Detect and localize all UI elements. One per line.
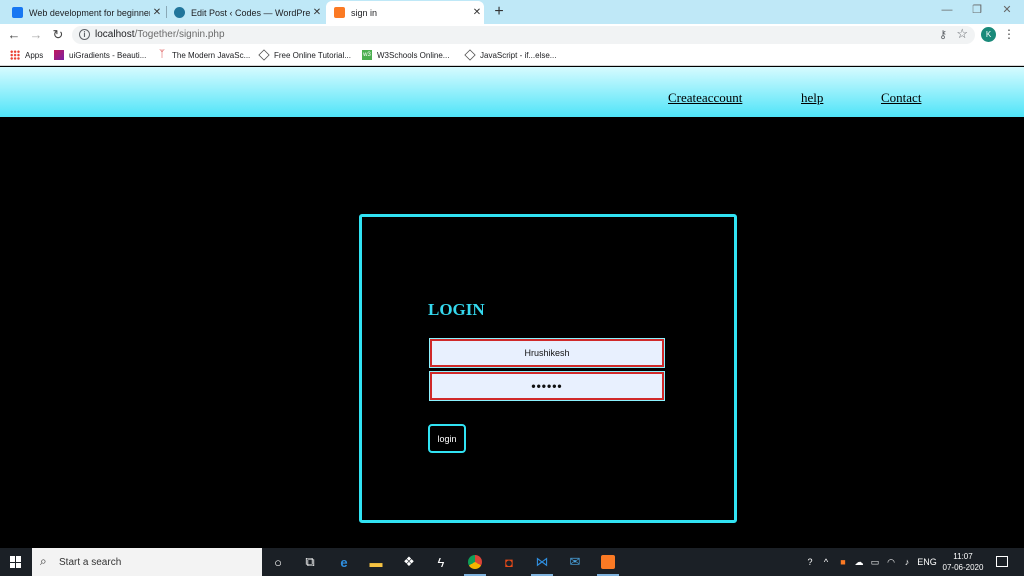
bookmark-label: W3Schools Online...: [377, 50, 450, 60]
menu-kebab-icon[interactable]: ⋮: [1003, 26, 1015, 42]
clock-date: 07-06-2020: [942, 563, 984, 572]
chrome-logo: [468, 555, 482, 569]
bookmark-star-icon[interactable]: ☆: [956, 27, 968, 41]
key-icon[interactable]: ⚷: [939, 28, 947, 41]
bookmark-free-tutorials[interactable]: Free Online Tutorial...: [258, 49, 351, 61]
battery-icon[interactable]: ▭: [868, 548, 882, 576]
onedrive-icon[interactable]: ☁: [852, 548, 866, 576]
lightning-app-icon[interactable]: ϟ: [427, 551, 455, 573]
login-title: LOGIN: [428, 300, 485, 319]
minimize-icon[interactable]: —: [932, 0, 962, 22]
vscode-icon[interactable]: ⋈: [528, 551, 556, 576]
language-indicator[interactable]: ENG: [916, 548, 938, 576]
forward-arrow-icon[interactable]: →: [27, 26, 45, 44]
address-bar[interactable]: i localhost/Together/signin.php ⚷ ☆: [72, 26, 975, 44]
bookmark-apps[interactable]: Apps: [10, 50, 43, 60]
help-icon[interactable]: ?: [802, 548, 818, 576]
bookmark-label: Apps: [25, 50, 44, 60]
nav-contact-link[interactable]: Contact: [881, 90, 921, 106]
bookmark-modern-javascript[interactable]: ᛉ The Modern JavaSc...: [157, 50, 250, 60]
tab-sign-in[interactable]: sign in ✕: [326, 1, 484, 24]
wordpress-icon: [174, 7, 185, 18]
xampp-icon: [334, 7, 345, 18]
address-url[interactable]: localhost/Together/signin.php: [95, 29, 225, 41]
w3schools-icon: w3: [362, 50, 372, 60]
window-close-icon[interactable]: ✕: [992, 0, 1022, 22]
wifi-icon[interactable]: ◠: [884, 548, 898, 576]
tab-web-development[interactable]: Web development for beginners ✕: [6, 1, 164, 24]
cortana-icon[interactable]: ○: [264, 551, 292, 573]
back-arrow-icon[interactable]: ←: [5, 26, 23, 44]
taskbar-search[interactable]: ⌕ Start a search: [32, 548, 262, 576]
new-tab-button[interactable]: +: [490, 2, 508, 22]
action-center-icon[interactable]: [996, 556, 1008, 567]
xampp-taskbar-icon[interactable]: [594, 551, 622, 576]
url-host: localhost: [95, 29, 135, 40]
password-input[interactable]: [429, 371, 665, 401]
username-input[interactable]: [429, 338, 665, 368]
tab-title: Web development for beginners: [29, 7, 150, 18]
facebook-icon: [12, 7, 23, 18]
close-tab-icon[interactable]: ✕: [470, 7, 484, 18]
tab-title: sign in: [351, 7, 378, 18]
site-info-icon[interactable]: i: [79, 29, 90, 40]
bookmark-javascript-if-else[interactable]: JavaScript - if...else...: [464, 49, 557, 61]
bookmark-label: JavaScript - if...else...: [480, 50, 557, 60]
tutorials-icon: [464, 49, 476, 61]
bookmark-label: Free Online Tutorial...: [274, 50, 351, 60]
search-placeholder: Start a search: [59, 557, 122, 568]
site-header: Createaccount help Contact: [0, 67, 1024, 117]
login-form-box: [359, 214, 737, 523]
nav-create-account-link[interactable]: Createaccount: [668, 90, 742, 106]
close-tab-icon[interactable]: ✕: [310, 7, 324, 18]
bookmark-label: The Modern JavaSc...: [172, 50, 251, 60]
javascript-info-icon: ᛉ: [159, 49, 165, 60]
mail-icon[interactable]: ✉: [561, 551, 589, 573]
start-button[interactable]: [0, 548, 32, 576]
apps-grid-icon: [10, 50, 20, 60]
office-icon[interactable]: ◘: [495, 551, 523, 573]
browser-toolbar: ← → ↻ i localhost/Together/signin.php ⚷ …: [0, 24, 1024, 46]
url-path: /Together/signin.php: [134, 29, 225, 40]
login-button[interactable]: login: [428, 424, 466, 453]
tab-title: Edit Post ‹ Codes — WordPress.c: [191, 7, 310, 18]
edge-icon[interactable]: e: [330, 551, 358, 573]
task-view-icon[interactable]: ⧉: [296, 551, 324, 573]
volume-icon[interactable]: ♪: [900, 548, 914, 576]
clock-time: 11:07: [953, 552, 973, 561]
bookmark-w3schools[interactable]: w3 W3Schools Online...: [362, 50, 449, 60]
reload-icon[interactable]: ↻: [49, 26, 67, 44]
xampp-logo: [601, 555, 615, 569]
taskbar-clock[interactable]: 11:07 07-06-2020: [940, 551, 986, 573]
xampp-tray-icon[interactable]: ■: [836, 548, 850, 576]
file-explorer-icon[interactable]: ▬: [362, 551, 390, 573]
tab-separator: [166, 6, 167, 18]
profile-avatar[interactable]: K: [981, 27, 996, 42]
bookmark-label: uiGradients - Beauti...: [69, 50, 147, 60]
bookmark-uigradients[interactable]: uiGradients - Beauti...: [54, 50, 146, 60]
browser-tab-strip: Web development for beginners ✕ Edit Pos…: [0, 0, 1024, 24]
dropbox-icon[interactable]: ❖: [395, 551, 423, 573]
chrome-icon[interactable]: [461, 551, 489, 576]
windows-logo-icon: [10, 556, 22, 568]
bookmarks-bar: Apps uiGradients - Beauti... ᛉ The Moder…: [0, 46, 1024, 66]
uigradients-icon: [54, 50, 64, 60]
screen: Web development for beginners ✕ Edit Pos…: [0, 0, 1024, 576]
tutorials-icon: [258, 49, 270, 61]
tab-edit-post[interactable]: Edit Post ‹ Codes — WordPress.c ✕: [168, 1, 324, 24]
close-tab-icon[interactable]: ✕: [150, 7, 164, 18]
show-hidden-icons-chevron[interactable]: ^: [820, 548, 832, 576]
restore-icon[interactable]: ❐: [962, 0, 992, 22]
search-icon: ⌕: [40, 554, 47, 568]
windows-taskbar: ⌕ Start a search ○ ⧉ e ▬ ❖ ϟ ◘ ⋈ ✉ ? ^ ■…: [0, 548, 1024, 576]
nav-help-link[interactable]: help: [801, 90, 823, 106]
